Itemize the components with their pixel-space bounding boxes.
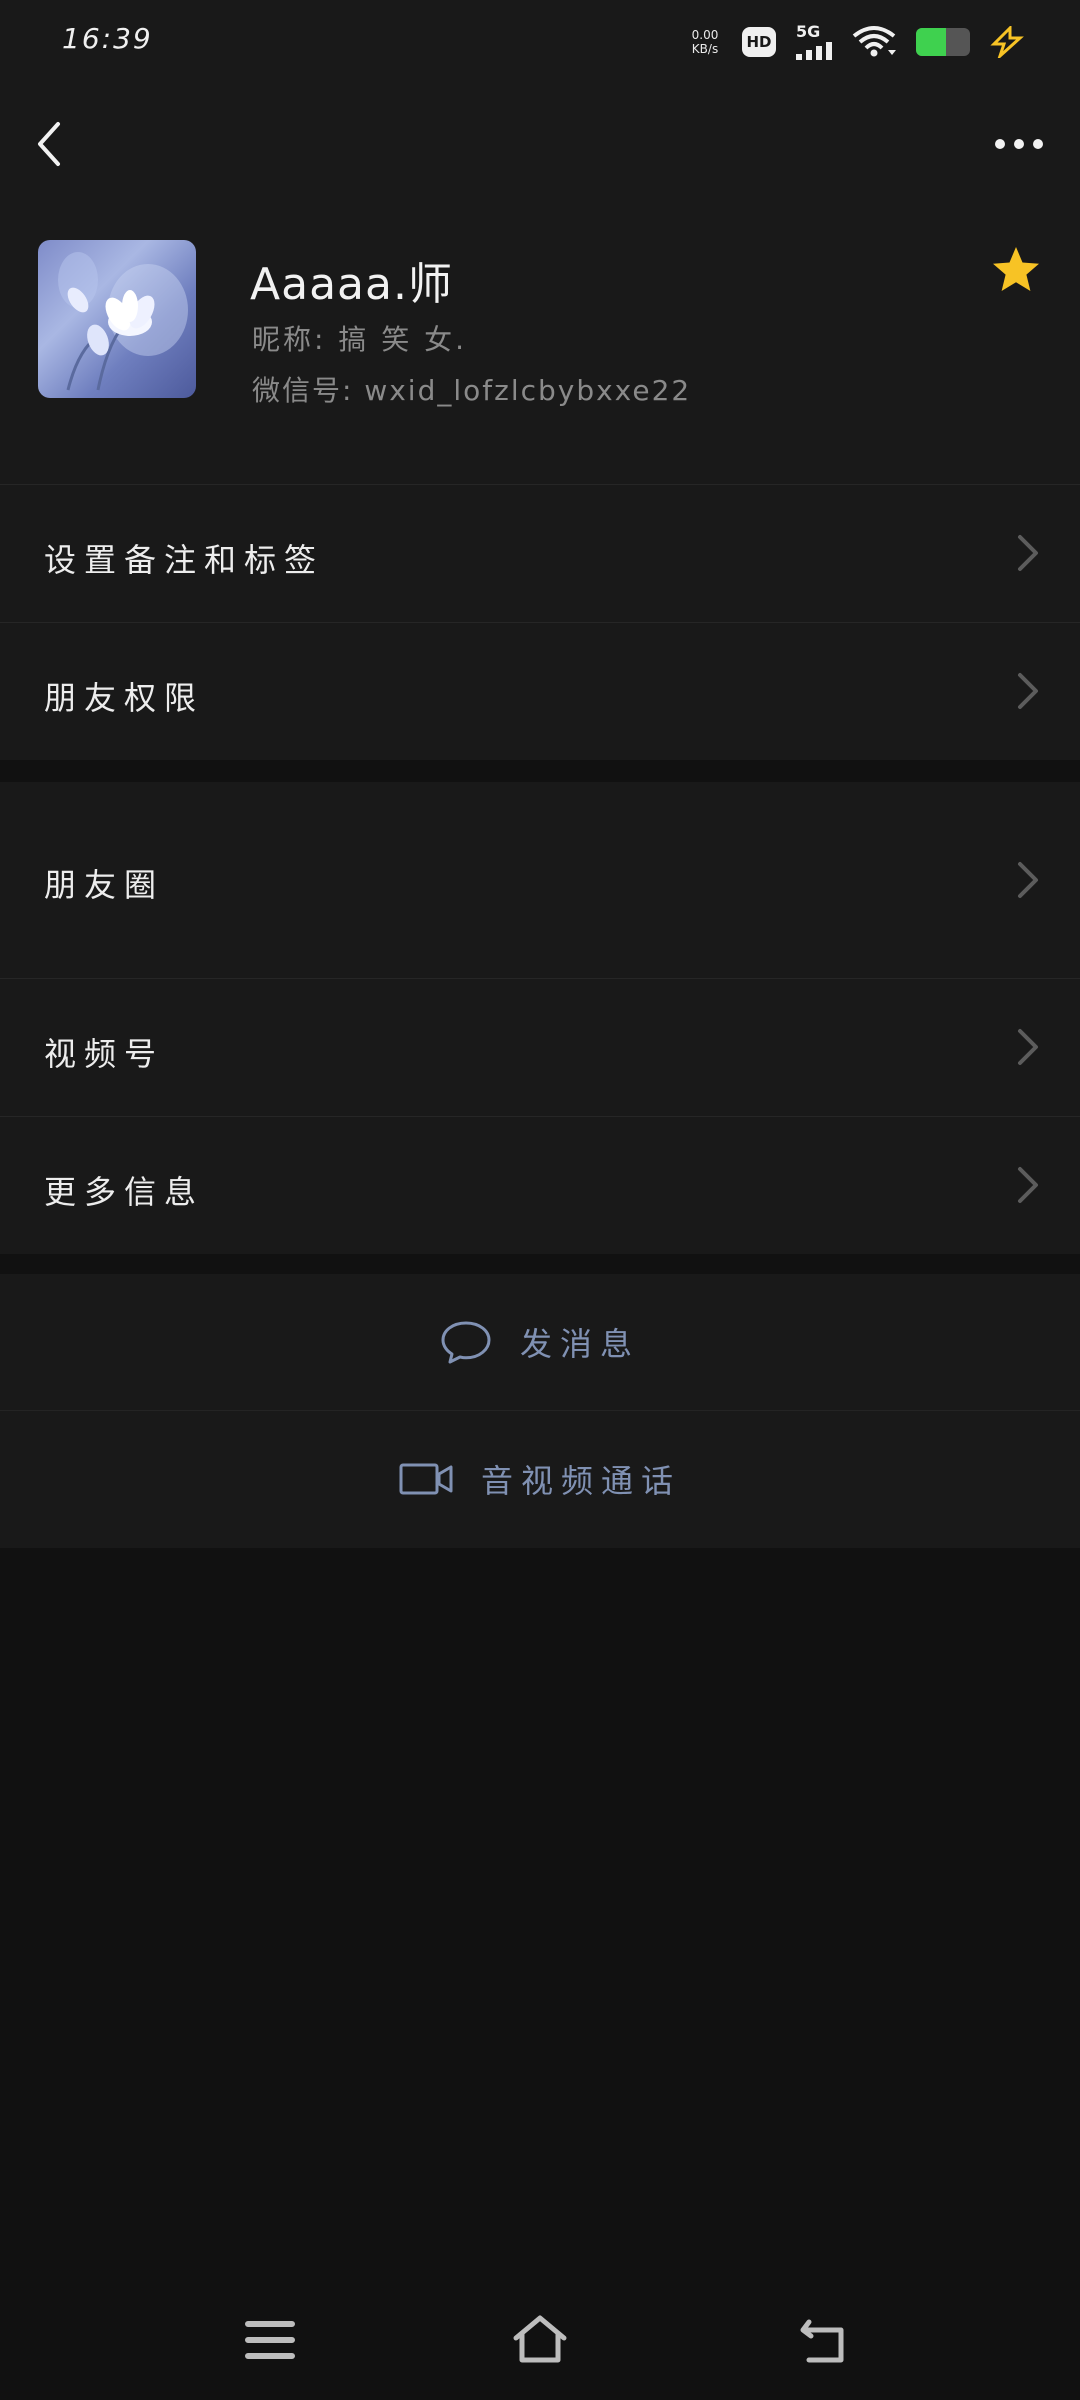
more-dot xyxy=(995,139,1005,149)
menu-item-more-info[interactable]: 更多信息 xyxy=(0,1116,1080,1254)
signal-icon: 5G xyxy=(796,24,832,60)
wifi-icon xyxy=(852,26,896,57)
menu-item-remarks-tags[interactable]: 设置备注和标签 xyxy=(0,484,1080,622)
system-nav-bar xyxy=(0,2280,1080,2400)
chevron-right-icon xyxy=(1018,1167,1038,1203)
menu-section-2: 朋友圈 视频号 更多信息 xyxy=(0,782,1080,1254)
profile-nickname: 昵称: 搞 笑 女. xyxy=(252,323,468,356)
star-icon[interactable] xyxy=(990,244,1042,296)
chevron-right-icon xyxy=(1018,1029,1038,1065)
menu-item-label: 设置备注和标签 xyxy=(44,541,325,579)
menu-item-label: 更多信息 xyxy=(44,1173,205,1211)
send-message-button[interactable]: 发消息 xyxy=(0,1274,1080,1410)
menu-item-channels[interactable]: 视频号 xyxy=(0,978,1080,1116)
net-speed-value: 0.00 xyxy=(691,28,719,42)
profile-wechat-id: 微信号: wxid_lofzlcbybxxe22 xyxy=(252,374,692,407)
more-dot xyxy=(1014,139,1024,149)
video-call-label: 音视频通话 xyxy=(480,1462,681,1500)
action-section: 发消息 音视频通话 xyxy=(0,1274,1080,1548)
chevron-right-icon xyxy=(1018,673,1038,709)
net-speed-unit: KB/s xyxy=(691,42,719,56)
menu-icon[interactable] xyxy=(240,2310,300,2370)
net-speed: 0.00 KB/s xyxy=(688,28,722,56)
video-camera-icon xyxy=(399,1463,453,1495)
more-dot xyxy=(1033,139,1043,149)
chat-bubble-icon xyxy=(441,1321,491,1364)
menu-item-moments[interactable]: 朋友圈 xyxy=(0,782,1080,978)
top-bar xyxy=(0,84,1080,204)
status-icons: 0.00 KB/s HD 5G xyxy=(688,20,1026,64)
battery-icon xyxy=(916,28,970,56)
charging-icon xyxy=(990,26,1024,58)
menu-item-friend-permissions[interactable]: 朋友权限 xyxy=(0,622,1080,760)
hd-badge: HD xyxy=(742,27,776,57)
more-button[interactable] xyxy=(984,120,1054,168)
menu-section-1: 设置备注和标签 朋友权限 xyxy=(0,484,1080,760)
status-time: 16:39 xyxy=(62,22,153,55)
menu-item-label: 视频号 xyxy=(44,1035,165,1073)
chevron-right-icon xyxy=(1018,862,1038,898)
chevron-left-icon xyxy=(38,122,60,166)
profile-header: Aaaaa.师 昵称: 搞 笑 女. 微信号: wxid_lofzlcbybxx… xyxy=(0,204,1080,484)
chevron-right-icon xyxy=(1018,535,1038,571)
send-message-label: 发消息 xyxy=(519,1325,640,1363)
home-icon[interactable] xyxy=(510,2310,570,2370)
menu-item-label: 朋友权限 xyxy=(44,679,205,717)
avatar[interactable] xyxy=(38,240,196,398)
return-icon[interactable] xyxy=(795,2310,855,2370)
back-button[interactable] xyxy=(22,112,78,176)
status-bar: 16:39 0.00 KB/s HD 5G xyxy=(0,0,1080,84)
menu-item-label: 朋友圈 xyxy=(44,866,165,904)
video-call-button[interactable]: 音视频通话 xyxy=(0,1410,1080,1547)
profile-name: Aaaaa.师 xyxy=(250,259,453,310)
network-type-label: 5G xyxy=(796,22,821,41)
